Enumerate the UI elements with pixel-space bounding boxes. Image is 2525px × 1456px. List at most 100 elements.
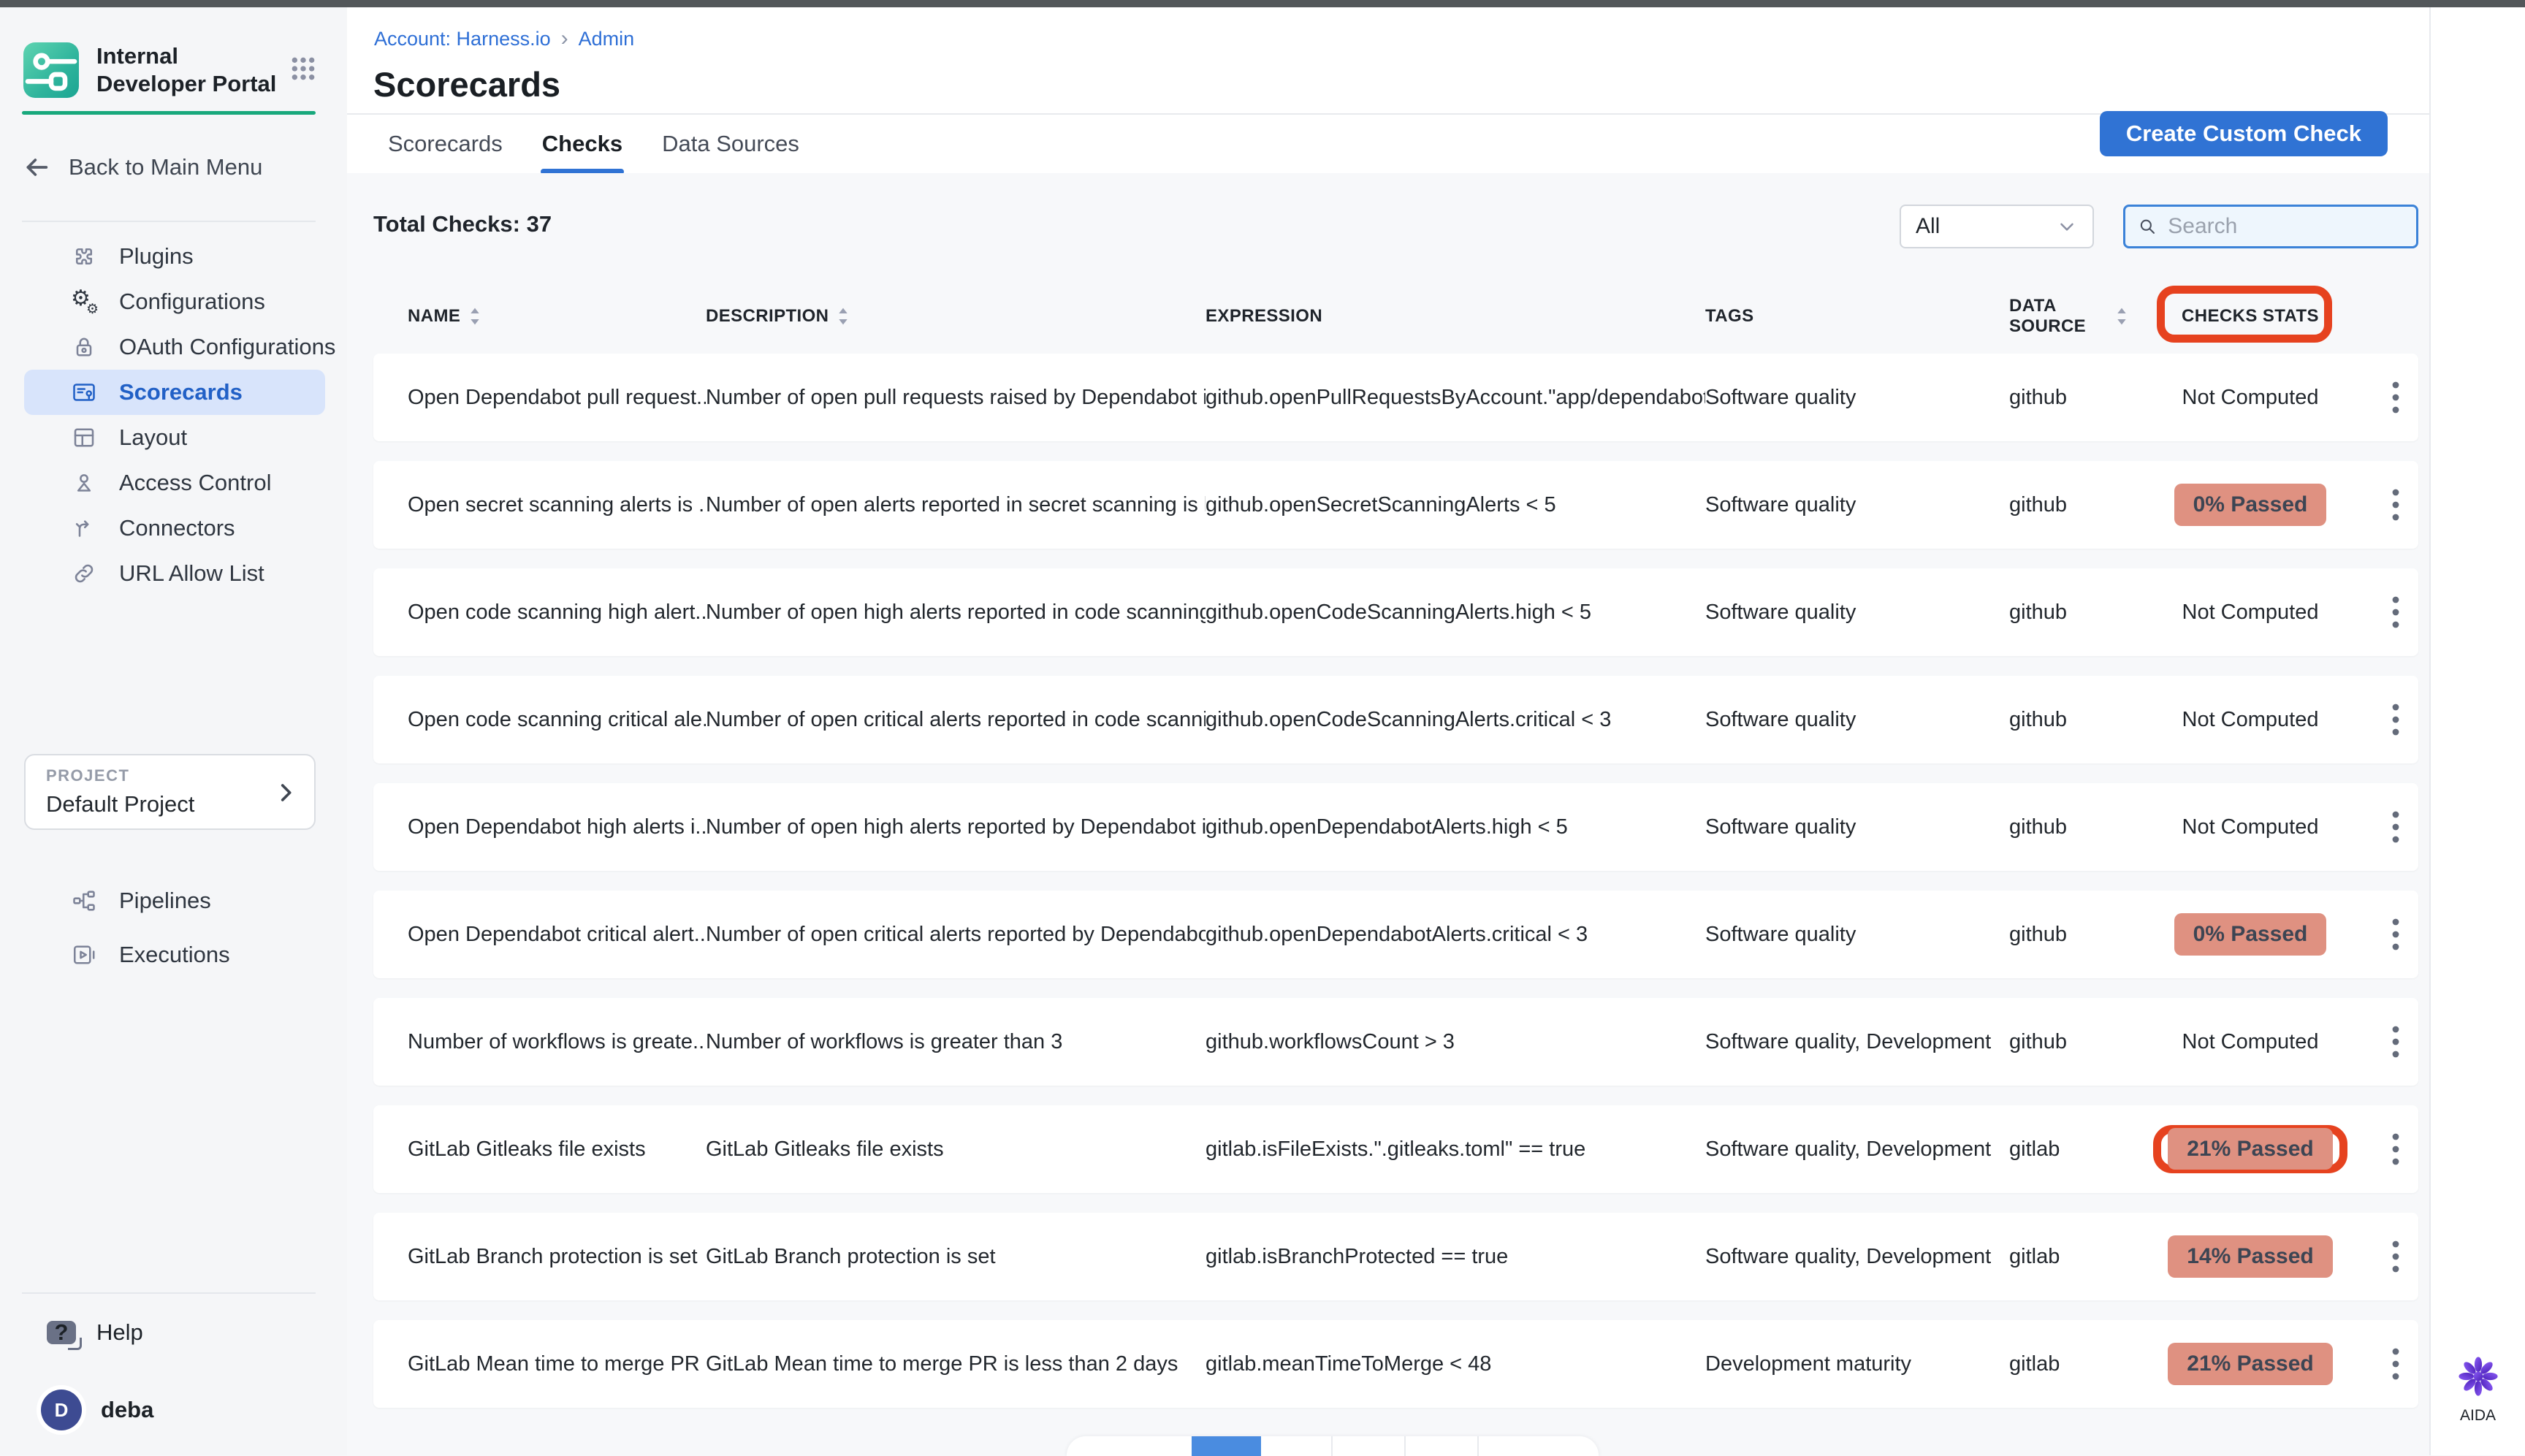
check-stats-cell: Not Computed [2128,815,2373,839]
user-menu[interactable]: D deba [41,1387,153,1433]
check-data-source-cell: gitlab [1992,1352,2128,1376]
check-stats-cell: Not Computed [2128,1030,2373,1054]
help-button[interactable]: Help [47,1311,143,1354]
breadcrumb: Account: Harness.io › Admin [374,26,634,51]
check-stats-cell: 0% Passed [2128,484,2373,526]
check-stats-cell: Not Computed [2128,601,2373,625]
tab-bar: Scorecards Checks Data Sources [386,115,801,173]
user-name: deba [101,1397,153,1423]
check-stats-cell: Not Computed [2128,708,2373,732]
pagination[interactable] [1067,1436,1599,1456]
row-menu-button[interactable] [2377,805,2414,849]
tab-scorecards[interactable]: Scorecards [386,115,504,173]
tab-checks[interactable]: Checks [541,115,624,173]
check-tags-cell: Software quality [1705,923,1992,947]
row-menu-button[interactable] [2377,698,2414,742]
check-tags-cell: Software quality [1705,601,1992,625]
project-selector[interactable]: PROJECT Default Project [24,754,316,830]
row-menu-button[interactable] [2377,376,2414,419]
table-row: Open code scanning critical ale...Number… [373,676,2418,763]
check-tags-cell: Software quality, Development... [1705,1030,1992,1054]
check-data-source-cell: github [1992,493,2128,517]
top-bar [0,0,2525,7]
row-menu-button[interactable] [2377,483,2414,527]
table-row: Open code scanning high alert...Number o… [373,568,2418,656]
check-stats-cell: 21% Passed [2128,1343,2373,1385]
checks-content: Total Checks: 37 All NAME DESCRIPTION [347,173,2429,1455]
check-name-cell: Open code scanning high alert... [408,601,706,625]
check-name-cell: Open Dependabot critical alert... [408,923,706,947]
check-description-cell: Number of open alerts reported in secret… [706,493,1206,517]
breadcrumb-admin-link[interactable]: Admin [579,28,635,50]
row-menu-button[interactable] [2377,912,2414,956]
stats-text: Not Computed [2182,815,2319,839]
table-row: Open Dependabot pull request...Number of… [373,354,2418,441]
idp-logo-icon [23,42,79,98]
sidebar-item-plugins[interactable]: Plugins [24,234,325,279]
check-expression-cell: github.openDependabotAlerts.critical < 3 [1206,923,1705,947]
back-to-main-menu[interactable]: Back to Main Menu [22,146,325,188]
row-menu-button[interactable] [2377,1020,2414,1064]
breadcrumb-account-link[interactable]: Account: Harness.io [374,28,551,50]
sidebar-item-scorecards[interactable]: Scorecards [24,370,325,415]
sidebar: Internal Developer Portal Back to Main M… [0,7,347,1455]
aida-icon [2457,1355,2499,1398]
check-expression-cell: github.openDependabotAlerts.high < 5 [1206,815,1705,839]
aida-assistant-button[interactable]: AIDA [2431,1355,2525,1425]
check-description-cell: Number of workflows is greater than 3 [706,1030,1206,1054]
sidebar-item-connectors[interactable]: Connectors [24,506,325,551]
search-input[interactable] [2168,214,2404,239]
check-description-cell: Number of open high alerts reported in c… [706,601,1206,625]
tab-data-sources[interactable]: Data Sources [660,115,801,173]
create-custom-check-button[interactable]: Create Custom Check [2100,111,2388,156]
right-panel: AIDA [2429,7,2525,1455]
table-row: GitLab Branch protection is setGitLab Br… [373,1213,2418,1300]
row-menu-button[interactable] [2377,1127,2414,1171]
sidebar-item-url-allow-list[interactable]: URL Allow List [24,551,325,596]
sidebar-item-pipelines[interactable]: Pipelines [24,874,325,928]
row-menu-button[interactable] [2377,1342,2414,1386]
row-menu-button[interactable] [2377,1235,2414,1278]
person-icon [71,470,97,496]
check-tags-cell: Software quality, Development... [1705,1245,1992,1269]
check-tags-cell: Software quality [1705,386,1992,410]
breadcrumb-chevron-icon: › [561,26,568,51]
app-grid-icon[interactable] [289,54,318,87]
check-data-source-cell: github [1992,708,2128,732]
check-expression-cell: gitlab.isBranchProtected == true [1206,1245,1705,1269]
filter-value: All [1916,214,2056,239]
chevron-down-icon [2056,216,2078,237]
sort-icon[interactable] [837,306,849,327]
help-icon [47,1321,76,1344]
check-name-cell: GitLab Branch protection is set [408,1245,706,1269]
sidebar-item-layout[interactable]: Layout [24,415,325,460]
sort-icon[interactable] [2116,306,2128,327]
back-label: Back to Main Menu [69,154,262,180]
check-name-cell: Open code scanning critical ale... [408,708,706,732]
check-expression-cell: github.openPullRequestsByAccount."app/de… [1206,386,1705,410]
check-expression-cell: github.workflowsCount > 3 [1206,1030,1705,1054]
sidebar-item-executions[interactable]: Executions [24,928,325,982]
column-header-checks-stats: CHECKS STATS [2128,306,2373,327]
check-name-cell: Open Dependabot high alerts i... [408,815,706,839]
filter-dropdown[interactable]: All [1900,205,2094,248]
row-menu-button[interactable] [2377,590,2414,634]
stats-badge: 14% Passed [2168,1235,2332,1278]
column-header-data-source: DATA SOURCE [1992,296,2128,337]
stats-badge: 0% Passed [2174,913,2327,956]
check-name-cell: Open secret scanning alerts is ... [408,493,706,517]
brand-divider [22,111,316,115]
executions-icon [71,942,97,968]
page-header: Account: Harness.io › Admin Scorecards S… [347,7,2429,173]
check-data-source-cell: github [1992,923,2128,947]
sidebar-item-configurations[interactable]: ⚙⚙ Configurations [24,279,325,324]
sidebar-item-oauth-configurations[interactable]: OAuth Configurations [24,324,325,370]
sort-icon[interactable] [469,306,481,327]
check-tags-cell: Software quality, Development... [1705,1137,1992,1162]
sidebar-item-access-control[interactable]: Access Control [24,460,325,506]
table-row: Number of workflows is greate...Number o… [373,998,2418,1086]
check-stats-cell: 21% Passed [2128,1125,2373,1173]
project-nav: Pipelines Executions [0,874,347,982]
table-row: GitLab Mean time to merge PR ...GitLab M… [373,1320,2418,1408]
pagination-active-page[interactable] [1192,1436,1261,1456]
